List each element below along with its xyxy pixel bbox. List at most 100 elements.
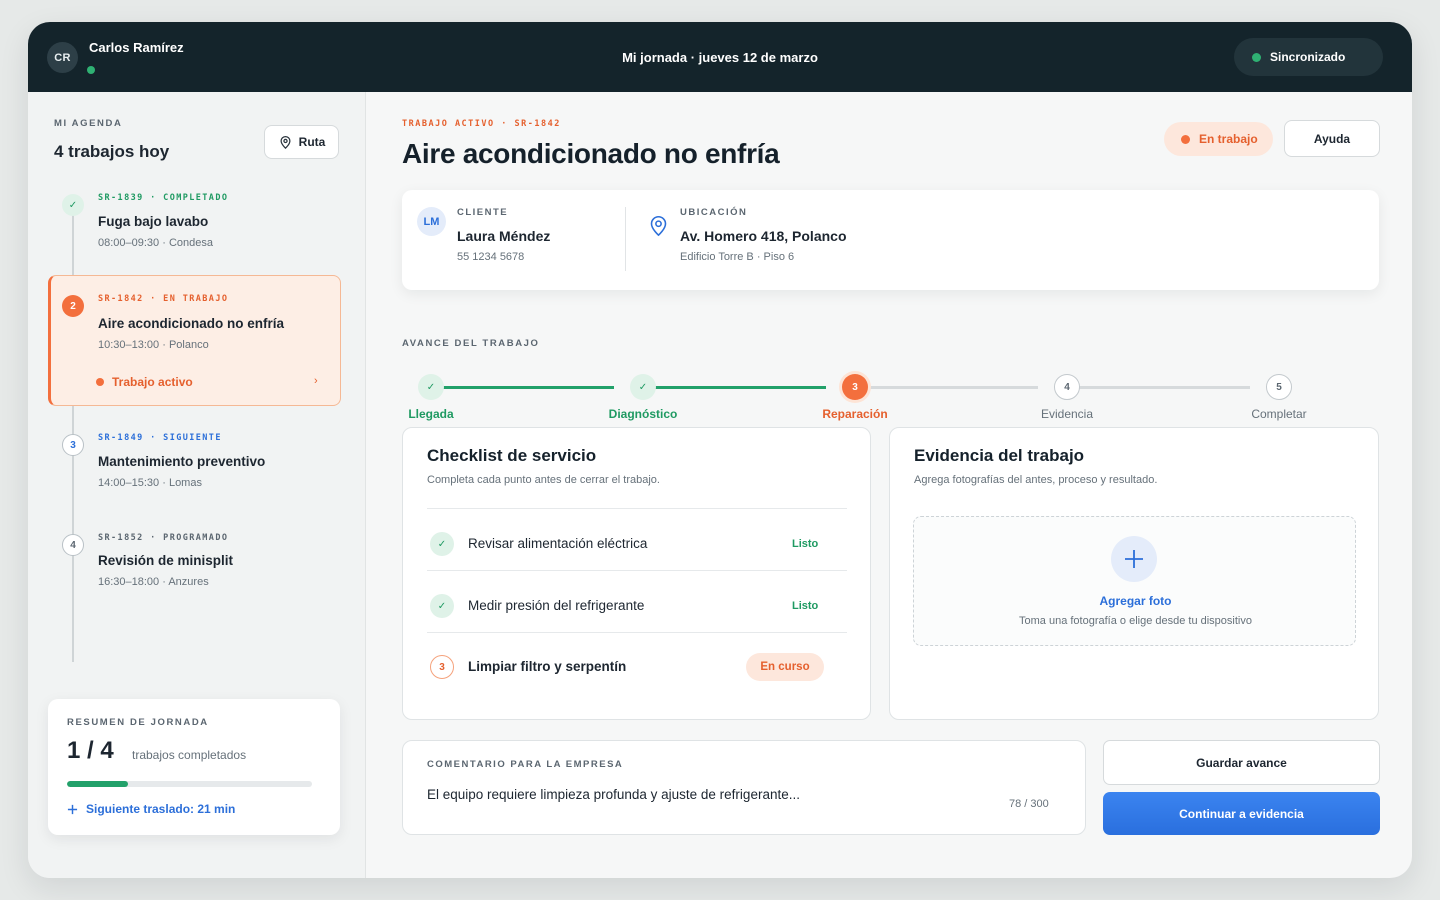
comment-char-count: 78 / 300 [1009, 798, 1049, 810]
route-button-label: Ruta [298, 135, 326, 149]
job-schedule: 08:00–09:30 · Condesa [98, 237, 213, 249]
job-number-badge: 4 [62, 534, 84, 556]
checklist-item[interactable]: 3 Limpiar filtro y serpentín En curso [427, 632, 847, 694]
route-button[interactable]: Ruta [264, 125, 339, 159]
client-name: Laura Méndez [457, 228, 551, 244]
add-photo-dropzone[interactable]: Agregar foto Toma una fotografía o elige… [913, 516, 1356, 646]
active-job-eyebrow: TRABAJO ACTIVO · SR-1842 [402, 119, 561, 129]
location-pin-icon [650, 215, 667, 237]
step-evidencia-badge[interactable]: 4 [1054, 374, 1080, 400]
next-transfer-link[interactable]: Siguiente traslado: 21 min [67, 802, 235, 816]
check-icon[interactable]: ✓ [430, 532, 454, 556]
checklist-item-status-badge: En curso [746, 653, 824, 681]
job-schedule: 16:30–18:00 · Anzures [98, 576, 209, 588]
summary-progress-fill [67, 781, 129, 787]
top-bar: CR Carlos Ramírez Mi jornada · jueves 12… [28, 22, 1412, 92]
sync-dot-icon [1252, 52, 1261, 62]
sync-status-label: Sincronizado [1270, 50, 1346, 64]
save-progress-button[interactable]: Guardar avance [1103, 740, 1380, 785]
agenda-sidebar: MI AGENDA 4 trabajos hoy Ruta ✓ SR-1839 … [28, 92, 366, 878]
client-phone[interactable]: 55 1234 5678 [457, 251, 524, 263]
job-meta: SR-1839 · COMPLETADO [98, 193, 229, 203]
job-meta: SR-1842 · EN TRABAJO [98, 294, 229, 304]
job-number-badge: 3 [62, 434, 84, 456]
active-dot-icon [96, 378, 104, 386]
card-divider [625, 207, 626, 271]
check-icon[interactable]: ✓ [430, 594, 454, 618]
job-title: Fuga bajo lavabo [98, 214, 209, 229]
checklist-title: Checklist de servicio [427, 446, 597, 465]
job-schedule: 10:30–13:00 · Polanco [98, 339, 209, 351]
checklist-item-label: Limpiar filtro y serpentín [468, 659, 627, 674]
sync-status-badge[interactable]: Sincronizado [1234, 38, 1383, 76]
job-progress-stepper: ✓ Llegada ✓ Diagnóstico 3 Reparación 4 E… [402, 360, 1379, 421]
company-comment-field[interactable]: COMENTARIO PARA LA EMPRESA El equipo req… [402, 740, 1086, 835]
main-content: TRABAJO ACTIVO · SR-1842 Aire acondicion… [367, 92, 1412, 878]
active-job-link[interactable]: Trabajo activo [96, 375, 193, 389]
step-reparacion-badge[interactable]: 3 [842, 374, 868, 400]
comment-eyebrow: COMENTARIO PARA LA EMPRESA [427, 759, 624, 770]
job-number-badge: 2 [62, 295, 84, 317]
step-label-llegada: Llegada [408, 407, 454, 421]
page-title: Mi jornada · jueves 12 de marzo [622, 50, 818, 65]
add-photo-label: Agregar foto [1099, 594, 1172, 608]
step-connector [1067, 386, 1250, 389]
app-window: CR Carlos Ramírez Mi jornada · jueves 12… [28, 22, 1412, 878]
location-eyebrow: UBICACIÓN [680, 207, 748, 218]
work-evidence-panel: Evidencia del trabajo Agrega fotografías… [889, 427, 1379, 720]
continue-to-evidence-button[interactable]: Continuar a evidencia [1103, 792, 1380, 835]
add-photo-button[interactable] [1111, 536, 1157, 582]
online-status-dot [87, 66, 95, 74]
job-schedule: 14:00–15:30 · Lomas [98, 477, 202, 489]
job-title: Aire acondicionado no enfría [98, 316, 285, 331]
chevron-right-icon: › [314, 375, 318, 387]
job-title-heading: Aire acondicionado no enfría [402, 138, 780, 169]
comment-text[interactable]: El equipo requiere limpieza profunda y a… [427, 787, 800, 802]
day-summary-card: RESUMEN DE JORNADA 1 / 4 trabajos comple… [48, 699, 340, 835]
checklist-item[interactable]: ✓ Revisar alimentación eléctrica Listo [427, 508, 847, 570]
plus-icon [1125, 550, 1143, 568]
summary-label: trabajos completados [132, 748, 247, 762]
evidence-subtitle: Agrega fotografías del antes, proceso y … [914, 474, 1158, 486]
checklist-item-status: Listo [792, 600, 819, 612]
job-status-badge: En trabajo [1164, 122, 1273, 156]
location-detail: Edificio Torre B · Piso 6 [680, 251, 795, 263]
summary-progress-bar [67, 781, 312, 787]
checklist-item-label: Medir presión del refrigerante [468, 598, 645, 613]
agenda-title: 4 trabajos hoy [54, 142, 170, 161]
evidence-title: Evidencia del trabajo [914, 446, 1085, 465]
step-llegada-check-icon[interactable]: ✓ [418, 374, 444, 400]
summary-count: 1 / 4 [67, 737, 114, 764]
step-completar-badge[interactable]: 5 [1266, 374, 1292, 400]
step-connector [855, 386, 1038, 389]
agenda-eyebrow: MI AGENDA [54, 118, 123, 129]
timeline-line [72, 204, 74, 662]
help-button[interactable]: Ayuda [1284, 120, 1380, 157]
client-eyebrow: CLIENTE [457, 207, 509, 218]
step-label-diagnostico: Diagnóstico [608, 407, 678, 421]
step-number-badge[interactable]: 3 [430, 655, 454, 679]
checklist-item-status: Listo [792, 538, 819, 550]
next-transfer-label: Siguiente traslado: 21 min [86, 802, 236, 816]
progress-eyebrow: AVANCE DEL TRABAJO [402, 338, 540, 349]
step-connector [643, 386, 826, 389]
job-check-icon: ✓ [62, 194, 84, 216]
step-connector [431, 386, 614, 389]
checklist-item-label: Revisar alimentación eléctrica [468, 536, 648, 551]
status-dot-icon [1181, 134, 1190, 144]
checklist-item[interactable]: ✓ Medir presión del refrigerante Listo [427, 570, 847, 632]
job-status-label: En trabajo [1199, 132, 1258, 146]
add-photo-hint: Toma una fotografía o elige desde tu dis… [1019, 615, 1252, 627]
job-title: Revisión de minisplit [98, 553, 234, 568]
step-diagnostico-check-icon[interactable]: ✓ [630, 374, 656, 400]
plus-icon [67, 804, 78, 814]
summary-eyebrow: RESUMEN DE JORNADA [67, 717, 209, 728]
job-meta: SR-1852 · PROGRAMADO [98, 533, 229, 543]
step-label-reparacion: Reparación [822, 407, 888, 421]
job-meta: SR-1849 · SIGUIENTE [98, 433, 222, 443]
step-label-evidencia: Evidencia [1040, 407, 1094, 421]
step-label-completar: Completar [1251, 407, 1307, 421]
map-pin-icon [280, 135, 291, 149]
active-job-link-label: Trabajo activo [112, 375, 193, 389]
location-address[interactable]: Av. Homero 418, Polanco [680, 228, 847, 244]
